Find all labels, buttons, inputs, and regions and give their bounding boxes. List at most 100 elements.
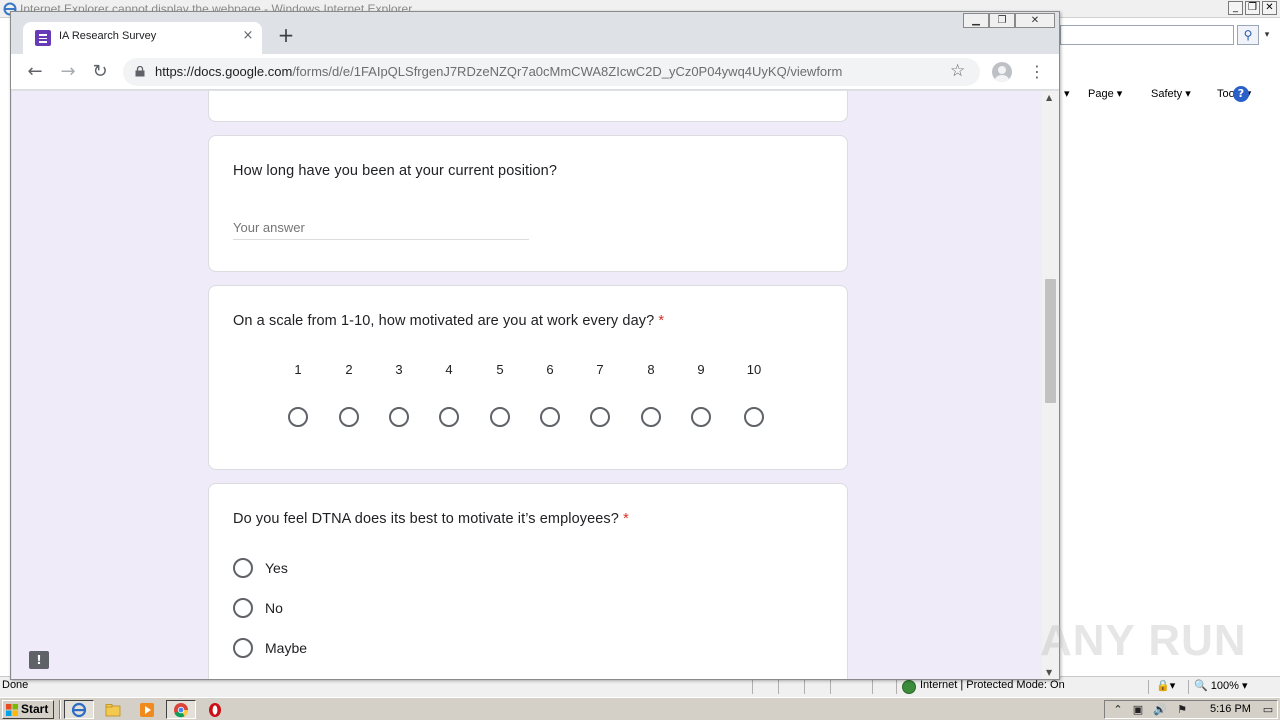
address-bar[interactable]: https://docs.google.com/forms/d/e/1FAIpQ… — [123, 58, 980, 86]
ie-status-divider — [872, 680, 873, 694]
option-label-no[interactable]: No — [265, 600, 283, 616]
start-button[interactable]: Start — [2, 700, 54, 719]
scale-radio-3[interactable] — [389, 407, 409, 427]
option-label-yes[interactable]: Yes — [265, 560, 288, 576]
scale-label: 8 — [647, 362, 655, 377]
scale-radio-2[interactable] — [339, 407, 359, 427]
windows-logo-icon — [6, 704, 18, 716]
taskbar-opera-button[interactable] — [200, 700, 230, 719]
ie-status-divider — [752, 680, 753, 694]
ie-search-icon[interactable]: ⚲ — [1237, 25, 1259, 45]
taskbar-divider — [59, 700, 61, 719]
network-icon[interactable]: ▣ — [1131, 703, 1145, 717]
question-title: Do you feel DTNA does its best to motiva… — [233, 511, 629, 527]
option-radio-no[interactable] — [233, 598, 253, 618]
feedback-icon[interactable]: ! — [29, 651, 49, 669]
scale-label: 2 — [345, 362, 353, 377]
required-asterisk: * — [623, 511, 629, 527]
tab-close-icon[interactable]: × — [240, 28, 256, 43]
ie-prev-menu-arrow[interactable]: ▾ — [1064, 87, 1070, 100]
chrome-tab-strip: IA Research Survey × + ▁ ❐ ✕ — [11, 12, 1059, 54]
bookmark-star-icon[interactable]: ☆ — [950, 61, 965, 81]
scale-label: 7 — [596, 362, 604, 377]
position-answer-input[interactable] — [233, 216, 529, 240]
action-center-flag-icon[interactable]: ⚑ — [1175, 703, 1189, 717]
required-asterisk: * — [658, 313, 665, 329]
option-radio-yes[interactable] — [233, 558, 253, 578]
system-tray: ⌃ ▣ 🔊 ⚑ 5:16 PM ▭ — [1104, 700, 1278, 719]
scale-label: 6 — [546, 362, 554, 377]
volume-icon[interactable]: 🔊 — [1153, 703, 1167, 717]
option-label-maybe[interactable]: Maybe — [265, 640, 307, 656]
ie-page-menu[interactable]: Page ▾ — [1088, 87, 1122, 100]
scale-radio-1[interactable] — [288, 407, 308, 427]
ie-zoom-value: 100% — [1210, 680, 1239, 692]
opera-icon — [209, 703, 221, 717]
url-host: https://docs.google.com — [155, 64, 293, 79]
scale-label: 10 — [746, 362, 762, 377]
taskbar-explorer-button[interactable] — [98, 700, 128, 719]
chrome-toolbar: ← → ↻ https://docs.google.com/forms/d/e/… — [11, 54, 1059, 90]
ie-status-divider — [1148, 680, 1149, 694]
chrome-menu-icon[interactable]: ⋮ — [1029, 61, 1045, 83]
forward-arrow-icon[interactable]: → — [56, 60, 80, 84]
question-title: On a scale from 1-10, how motivated are … — [233, 313, 664, 329]
ie-status-divider — [804, 680, 805, 694]
ie-safety-menu[interactable]: Safety ▾ — [1151, 87, 1191, 100]
taskbar-media-player-button[interactable] — [132, 700, 162, 719]
profile-avatar-icon[interactable] — [992, 62, 1012, 82]
windows-taskbar: Start ⌃ ▣ 🔊 ⚑ 5:16 PM ▭ — [0, 697, 1280, 720]
ie-search-dropdown-icon[interactable]: ▾ — [1260, 25, 1274, 45]
tray-expand-arrow-icon[interactable]: ⌃ — [1111, 703, 1125, 717]
google-forms-icon — [35, 30, 51, 46]
scale-label: 4 — [445, 362, 453, 377]
scrollbar-thumb[interactable] — [1045, 279, 1056, 403]
form-page: How long have you been at your current p… — [12, 91, 1042, 679]
page-scrollbar[interactable]: ▲ ▼ — [1042, 91, 1059, 679]
new-tab-button[interactable]: + — [274, 24, 298, 48]
taskbar-chrome-button[interactable] — [166, 700, 196, 719]
chrome-minimize-button[interactable]: ▁ — [963, 13, 989, 28]
question-card-motivation: On a scale from 1-10, how motivated are … — [208, 285, 848, 470]
question-card-position: How long have you been at your current p… — [208, 135, 848, 272]
internet-explorer-icon — [71, 702, 87, 718]
scale-radio-9[interactable] — [691, 407, 711, 427]
chrome-icon — [174, 703, 189, 718]
scale-radio-7[interactable] — [590, 407, 610, 427]
ie-zoom-level[interactable]: 🔍 100% ▾ — [1194, 679, 1247, 692]
ie-close-button[interactable]: ✕ — [1262, 1, 1277, 15]
anyrun-watermark: ANY RUN — [1040, 612, 1246, 672]
url-path: /forms/d/e/1FAIpQLSfrgenJ7RDzeNZQr7a0cMm… — [292, 64, 843, 79]
scale-label: 9 — [697, 362, 705, 377]
scale-radio-6[interactable] — [540, 407, 560, 427]
back-arrow-icon[interactable]: ← — [23, 60, 47, 84]
media-player-icon — [140, 703, 154, 717]
show-desktop-icon[interactable]: ▭ — [1261, 703, 1275, 717]
question-card-dtna: Do you feel DTNA does its best to motiva… — [208, 483, 848, 679]
scale-radio-10[interactable] — [744, 407, 764, 427]
taskbar-ie-button[interactable] — [64, 700, 94, 719]
ie-help-icon[interactable]: ? — [1233, 86, 1249, 102]
ie-status-divider — [778, 680, 779, 694]
scale-radio-4[interactable] — [439, 407, 459, 427]
chrome-close-button[interactable]: ✕ — [1015, 13, 1055, 28]
ie-minimize-button[interactable]: _ — [1228, 1, 1243, 15]
tab-ia-research-survey[interactable]: IA Research Survey × — [23, 22, 262, 54]
ie-zone-text: Internet | Protected Mode: On — [920, 679, 1065, 691]
chrome-restore-button[interactable]: ❐ — [989, 13, 1015, 28]
scroll-up-arrow-icon[interactable]: ▲ — [1046, 93, 1052, 102]
ie-search-input[interactable] — [1060, 25, 1234, 45]
scale-radio-5[interactable] — [490, 407, 510, 427]
option-radio-maybe[interactable] — [233, 638, 253, 658]
lock-icon — [135, 66, 145, 77]
scale-radio-8[interactable] — [641, 407, 661, 427]
reload-icon[interactable]: ↻ — [88, 60, 112, 84]
taskbar-clock[interactable]: 5:16 PM — [1210, 703, 1251, 715]
ie-restore-button[interactable]: ❐ — [1245, 1, 1260, 15]
ie-status-divider — [896, 680, 897, 694]
question-title-text: Do you feel DTNA does its best to motiva… — [233, 511, 619, 527]
start-label: Start — [21, 702, 49, 716]
scale-label: 3 — [395, 362, 403, 377]
ie-protected-mode-icon[interactable]: 🔒▾ — [1156, 679, 1175, 692]
tab-title: IA Research Survey — [59, 30, 157, 42]
